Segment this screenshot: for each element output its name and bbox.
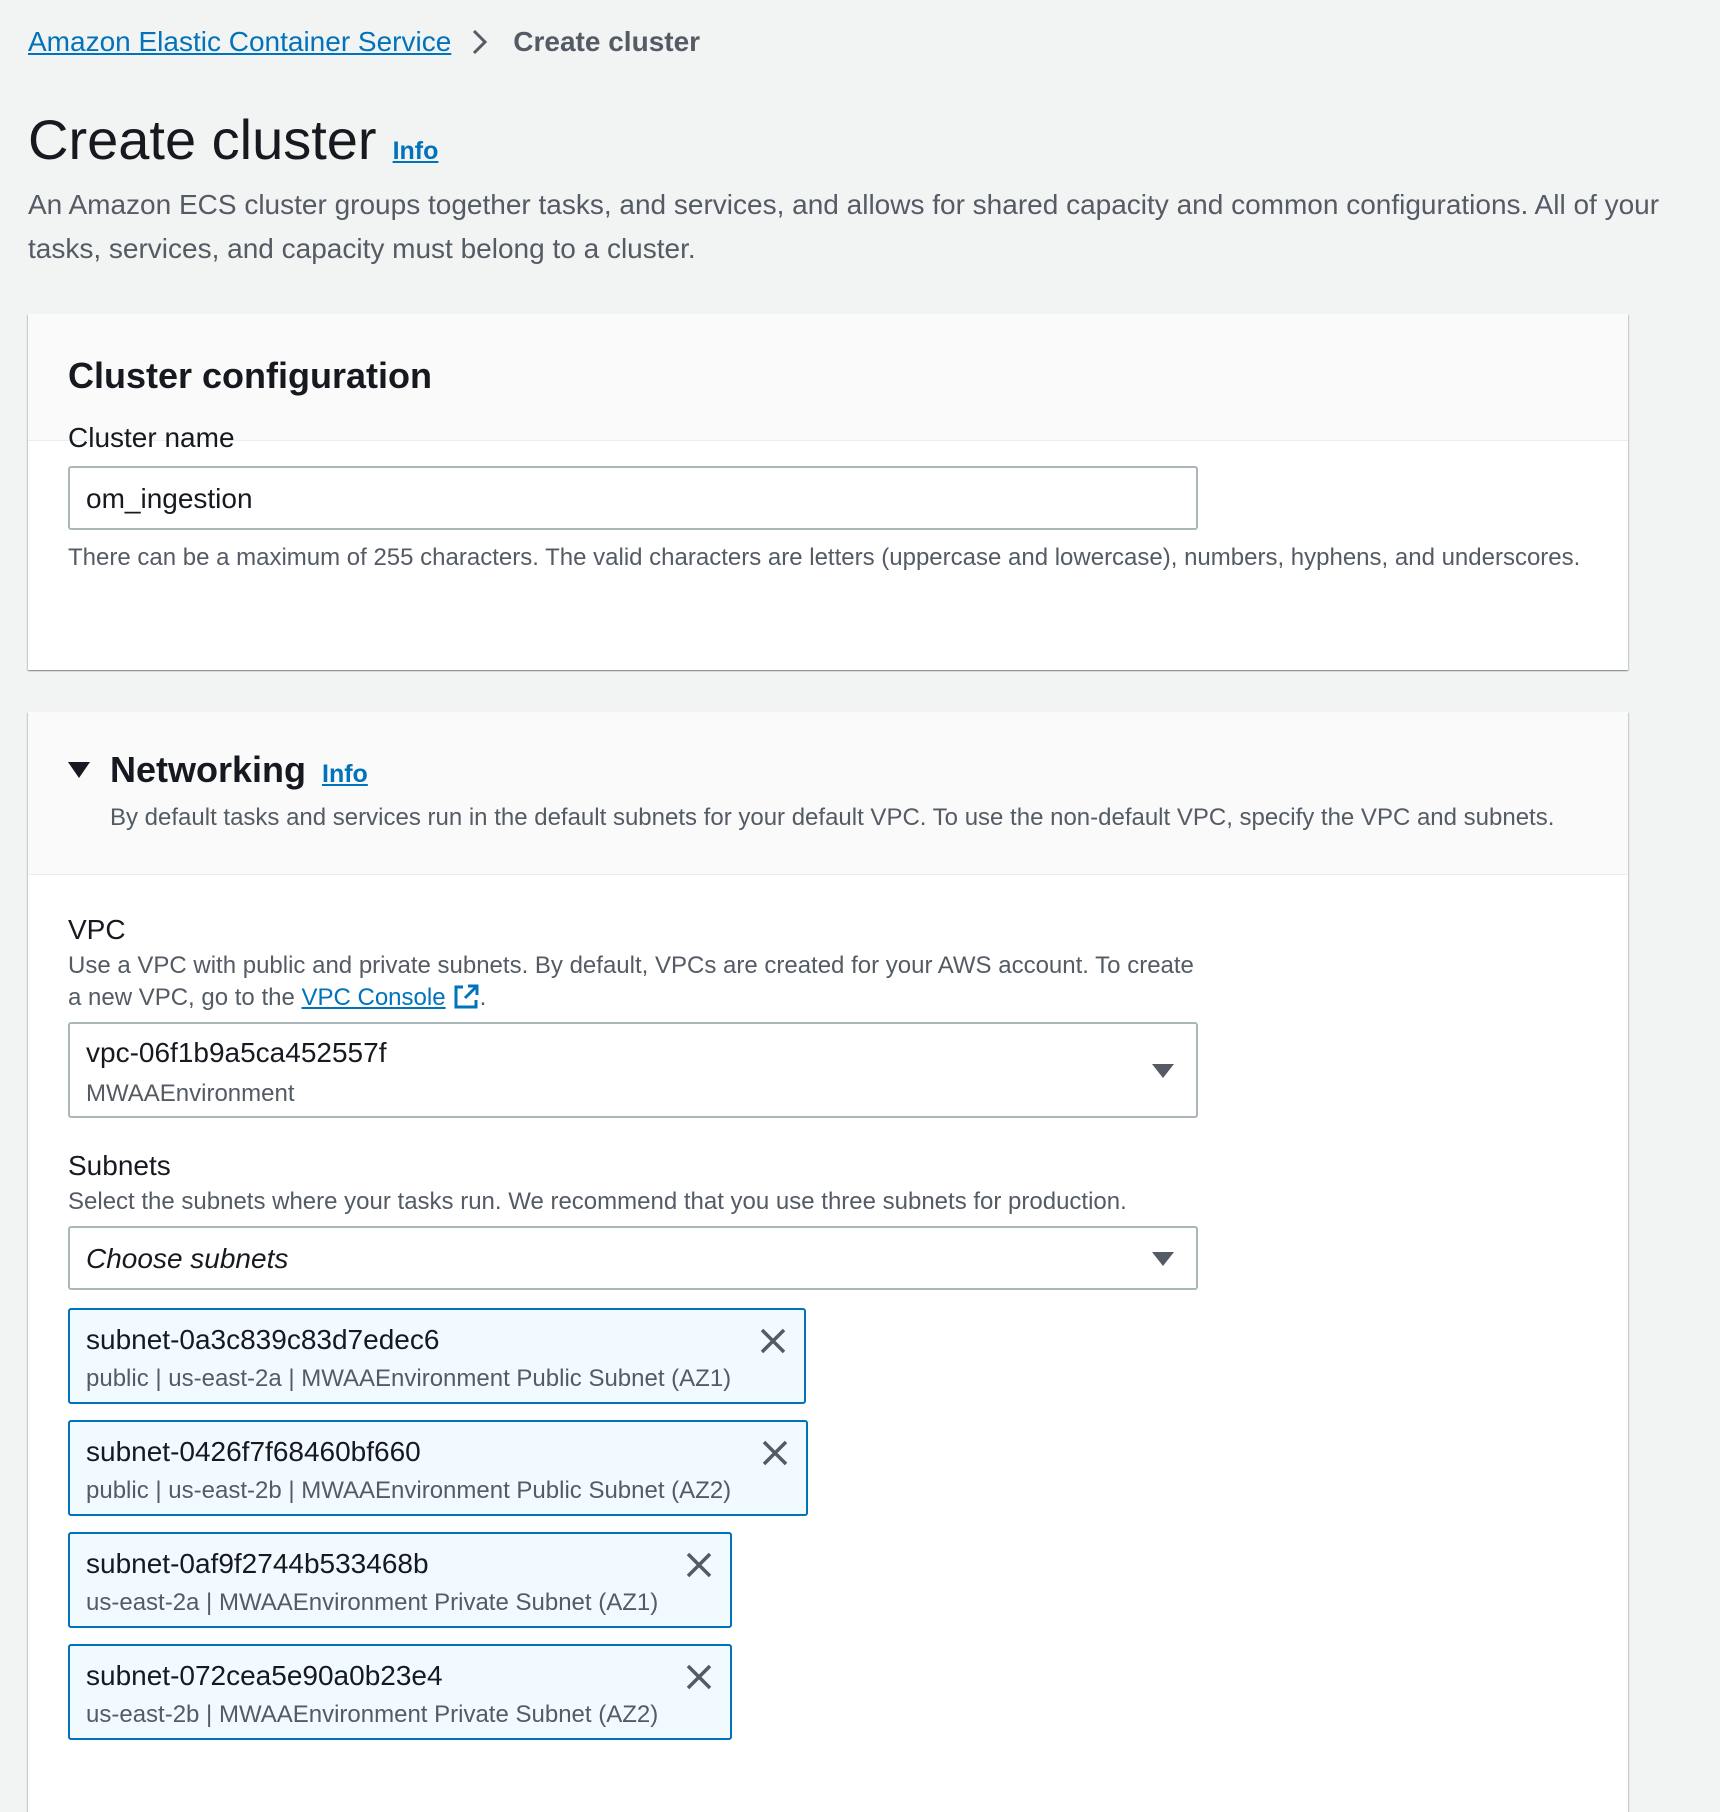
external-link-icon <box>452 983 480 1020</box>
subnet-token-id: subnet-0af9f2744b533468b <box>86 1548 429 1579</box>
vpc-label: VPC <box>68 914 126 945</box>
subnets-description: Select the subnets where your tasks run.… <box>68 1188 1127 1215</box>
page-info-link[interactable]: Info <box>393 137 439 166</box>
networking-info-link[interactable]: Info <box>322 760 368 789</box>
subnet-token-id: subnet-0a3c839c83d7edec6 <box>86 1324 440 1355</box>
vpc-description: Use a VPC with public and private subnet… <box>68 950 1208 1020</box>
page-description: An Amazon ECS cluster groups together ta… <box>28 189 1660 264</box>
caret-down-icon <box>1152 1064 1174 1078</box>
networking-header[interactable]: Networking Info By default tasks and ser… <box>28 712 1628 875</box>
subnets-select[interactable]: Choose subnets <box>68 1226 1198 1290</box>
remove-subnet-close-icon[interactable] <box>758 1326 788 1356</box>
networking-heading[interactable]: Networking <box>110 742 306 798</box>
vpc-select[interactable]: vpc-06f1b9a5ca452557f MWAAEnvironment <box>68 1022 1198 1118</box>
vpc-description-prefix: a new VPC, go to the <box>68 984 302 1011</box>
chevron-right-icon <box>471 28 489 56</box>
cluster-configuration-header: Cluster configuration <box>28 314 1628 441</box>
caret-down-icon <box>1152 1252 1174 1266</box>
cluster-name-label: Cluster name <box>68 422 235 453</box>
caret-down-icon[interactable] <box>68 762 90 778</box>
breadcrumb-ecs-link[interactable]: Amazon Elastic Container Service <box>28 22 451 62</box>
vpc-selected-id: vpc-06f1b9a5ca452557f <box>86 1037 387 1068</box>
cluster-name-hint: There can be a maximum of 255 characters… <box>68 544 1581 571</box>
cluster-configuration-panel: Cluster configuration Cluster name om_in… <box>28 314 1628 670</box>
subnet-token-detail: public | us-east-2b | MWAAEnvironment Pu… <box>86 1477 732 1504</box>
vpc-description-line1: Use a VPC with public and private subnet… <box>68 952 1194 979</box>
page-header: Create cluster Info <box>28 104 438 176</box>
subnet-token: subnet-0a3c839c83d7edec6 public | us-eas… <box>68 1308 806 1404</box>
breadcrumb: Amazon Elastic Container Service Create … <box>28 22 700 62</box>
subnet-token-detail: us-east-2b | MWAAEnvironment Private Sub… <box>86 1701 659 1728</box>
page-title: Create cluster <box>28 108 377 171</box>
subnets-placeholder: Choose subnets <box>86 1243 289 1274</box>
breadcrumb-current: Create cluster <box>513 26 701 57</box>
subnet-token-detail: us-east-2a | MWAAEnvironment Private Sub… <box>86 1589 659 1616</box>
subnet-token-id: subnet-072cea5e90a0b23e4 <box>86 1660 443 1691</box>
cluster-name-input[interactable]: om_ingestion <box>68 466 1198 530</box>
cluster-configuration-heading: Cluster configuration <box>68 355 433 396</box>
networking-title-row: Networking Info <box>110 742 368 798</box>
vpc-console-link-text: VPC Console <box>301 984 446 1011</box>
vpc-selected-name: MWAAEnvironment <box>86 1080 295 1107</box>
vpc-console-link[interactable]: VPC Console <box>301 984 479 1011</box>
subnet-token-id: subnet-0426f7f68460bf660 <box>86 1436 421 1467</box>
subnet-token: subnet-0af9f2744b533468b us-east-2a | MW… <box>68 1532 732 1628</box>
networking-panel: Networking Info By default tasks and ser… <box>28 712 1628 1812</box>
subnet-token: subnet-072cea5e90a0b23e4 us-east-2b | MW… <box>68 1644 732 1740</box>
remove-subnet-close-icon[interactable] <box>684 1550 714 1580</box>
remove-subnet-close-icon[interactable] <box>760 1438 790 1468</box>
vpc-description-line2: a new VPC, go to the VPC Console. <box>68 982 1208 1020</box>
cluster-name-value: om_ingestion <box>86 483 253 514</box>
remove-subnet-close-icon[interactable] <box>684 1662 714 1692</box>
networking-description: By default tasks and services run in the… <box>110 804 1555 831</box>
vpc-description-suffix: . <box>479 984 487 1011</box>
subnet-token: subnet-0426f7f68460bf660 public | us-eas… <box>68 1420 808 1516</box>
subnet-token-detail: public | us-east-2a | MWAAEnvironment Pu… <box>86 1365 732 1392</box>
subnets-label: Subnets <box>68 1150 171 1181</box>
